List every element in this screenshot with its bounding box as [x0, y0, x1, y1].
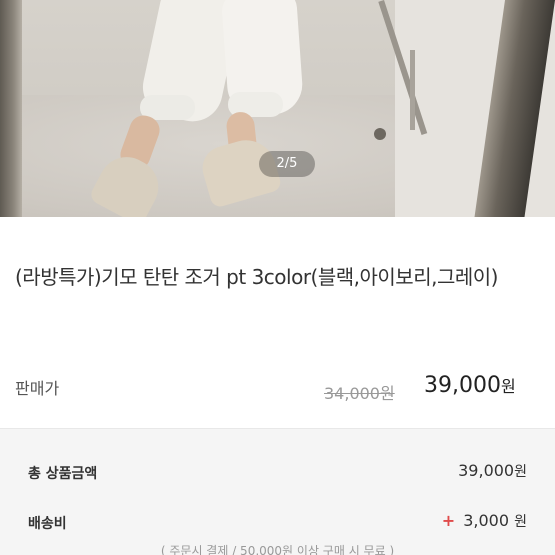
product-image[interactable]: 2/5: [0, 0, 555, 217]
plus-icon: +: [441, 511, 456, 530]
product-title: (라방특가)기모 탄탄 조거 pt 3color(블랙,아이보리,그레이): [15, 265, 498, 289]
sale-price: 39,000원: [424, 373, 516, 398]
order-summary: 총 상품금액 39,000원 배송비 +3,000 원: [0, 428, 555, 555]
total-price-unit: 원: [514, 464, 527, 480]
price-label: 판매가: [15, 379, 60, 398]
shipping-fee-label: 배송비: [28, 516, 67, 532]
shipping-fee-value: +3,000 원: [442, 511, 527, 531]
image-rack-post: [410, 50, 415, 130]
sale-price-unit: 원: [500, 377, 516, 396]
image-counter-badge: 2/5: [259, 151, 315, 177]
image-rack-wheel: [374, 128, 386, 140]
shipping-fee-unit: 원: [514, 514, 527, 530]
image-mirror-frame-left: [0, 0, 22, 217]
sale-price-amount: 39,000: [424, 373, 501, 398]
total-price-amount: 39,000: [458, 461, 515, 480]
total-price-value: 39,000원: [458, 461, 527, 481]
original-price: 34,000원: [324, 384, 395, 403]
shipping-note: ( 주문시 결제 / 50,000원 이상 구매 시 무료 ): [160, 544, 395, 555]
shipping-fee-amount: 3,000: [463, 511, 510, 530]
total-price-label: 총 상품금액: [28, 466, 98, 482]
